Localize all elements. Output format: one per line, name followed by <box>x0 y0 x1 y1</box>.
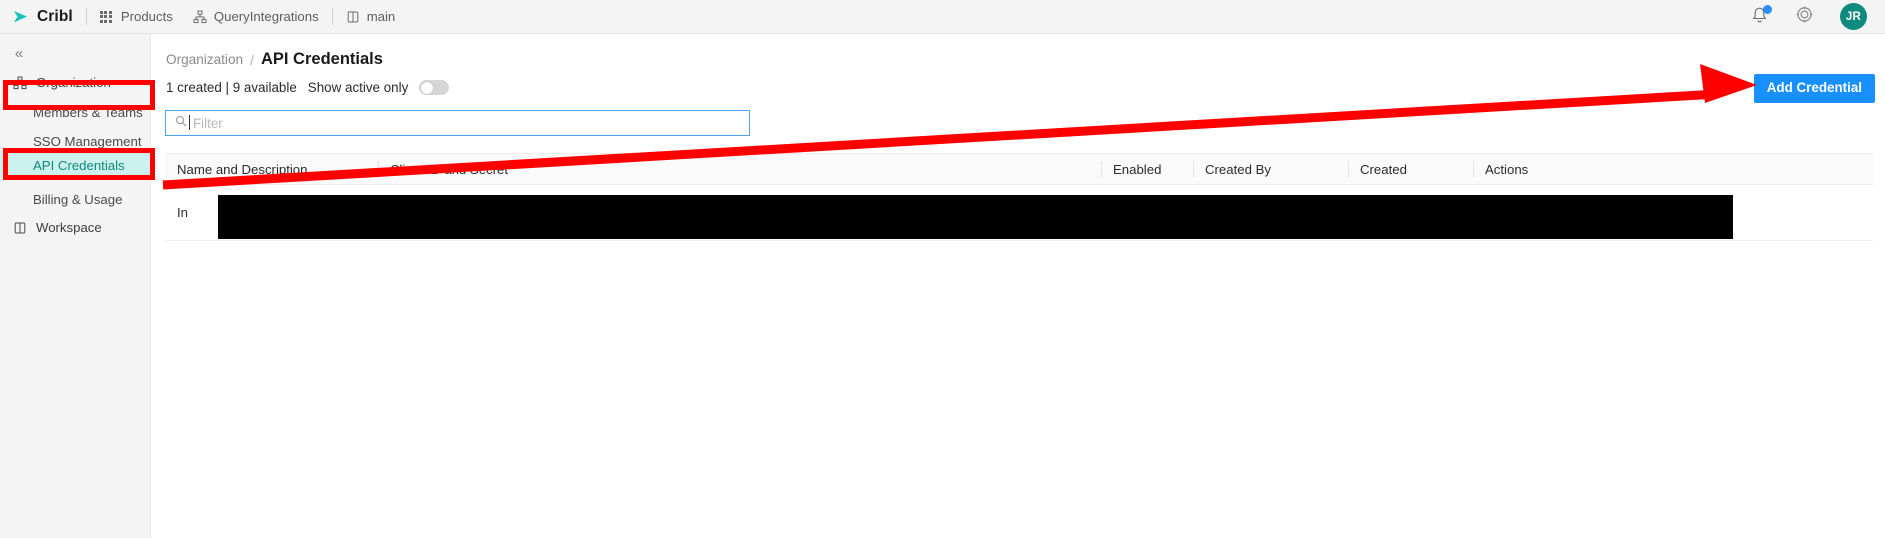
grid-icon <box>99 10 114 24</box>
filter-input[interactable]: Filter <box>165 110 750 136</box>
toggle-knob <box>420 81 433 94</box>
column-header-created-by[interactable]: Created By <box>1193 154 1348 184</box>
workspace-icon <box>12 221 27 235</box>
sitemap-icon <box>12 76 27 90</box>
table-row[interactable]: In ••• <box>165 185 1873 241</box>
credential-counts: 1 created | 9 available <box>166 80 297 95</box>
sidebar-item-organization-label: Organization <box>36 75 111 90</box>
sidebar-item-members-teams-label: Members & Teams <box>33 105 143 120</box>
show-active-only-label: Show active only <box>307 80 409 95</box>
sidebar-item-billing-usage-label: Billing & Usage <box>33 192 123 207</box>
top-nav-right-group: JR <box>1750 3 1885 30</box>
search-icon <box>175 114 187 132</box>
credentials-table: Name and Description Client ID and Secre… <box>165 153 1873 241</box>
sitemap-icon <box>193 10 207 24</box>
nav-divider-1 <box>85 8 87 25</box>
sidebar-item-api-credentials-label: API Credentials <box>33 157 125 173</box>
nav-item-products[interactable]: Products <box>99 9 173 24</box>
filter-placeholder-text: Filter <box>189 114 223 131</box>
brand-name: Cribl <box>37 7 73 25</box>
user-avatar[interactable]: JR <box>1840 3 1867 30</box>
nav-item-queryintegrations-label: QueryIntegrations <box>213 9 319 24</box>
nav-item-main[interactable]: main <box>346 9 396 24</box>
column-header-actions: Actions <box>1473 154 1568 184</box>
sidebar-item-organization[interactable]: Organization <box>0 70 168 95</box>
notification-badge-dot <box>1763 5 1772 14</box>
column-header-created[interactable]: Created <box>1348 154 1473 184</box>
notifications-bell-icon[interactable] <box>1750 5 1772 27</box>
cribl-logo-icon <box>12 8 30 26</box>
sidebar-item-workspace-label: Workspace <box>36 220 102 235</box>
sidebar-item-members-teams[interactable]: Members & Teams <box>0 100 168 125</box>
collapse-sidebar-icon[interactable]: « <box>10 44 28 62</box>
meta-row: 1 created | 9 available Show active only <box>166 80 450 95</box>
gear-icon[interactable] <box>1795 5 1814 29</box>
sidebar: « Organization Members & Teams SSO Manag… <box>0 34 168 538</box>
app-root: Cribl Products QueryIntegrations main JR… <box>0 0 1885 538</box>
sidebar-item-workspace[interactable]: Workspace <box>0 215 168 240</box>
redaction-overlay <box>218 195 1733 239</box>
sidebar-item-billing-usage[interactable]: Billing & Usage <box>0 187 168 212</box>
main-content: Organization / API Credentials 1 created… <box>150 34 1885 538</box>
top-navigation-bar: Cribl Products QueryIntegrations main JR <box>0 0 1885 34</box>
add-credential-button[interactable]: Add Credential <box>1753 74 1875 103</box>
table-header-row: Name and Description Client ID and Secre… <box>165 153 1873 185</box>
breadcrumb-parent[interactable]: Organization <box>166 52 243 67</box>
sidebar-item-sso-management-label: SSO Management <box>33 134 142 149</box>
breadcrumb: Organization / API Credentials <box>166 50 383 69</box>
sidebar-item-api-credentials[interactable]: API Credentials <box>0 150 168 180</box>
nav-divider-2 <box>331 8 333 25</box>
show-active-only-toggle[interactable] <box>419 80 450 95</box>
nav-item-products-label: Products <box>120 9 173 24</box>
column-header-enabled[interactable]: Enabled <box>1101 154 1193 184</box>
breadcrumb-separator: / <box>250 51 254 68</box>
brand-logo-group[interactable]: Cribl <box>0 8 73 26</box>
book-icon <box>346 10 360 24</box>
nav-item-queryintegrations[interactable]: QueryIntegrations <box>193 9 319 24</box>
page-title: API Credentials <box>260 50 383 68</box>
column-header-client-id-and-secret[interactable]: Client ID and Secret <box>378 154 1101 184</box>
column-header-name-and-description[interactable]: Name and Description <box>165 154 378 184</box>
text-cursor <box>189 114 190 130</box>
nav-item-main-label: main <box>366 9 396 24</box>
